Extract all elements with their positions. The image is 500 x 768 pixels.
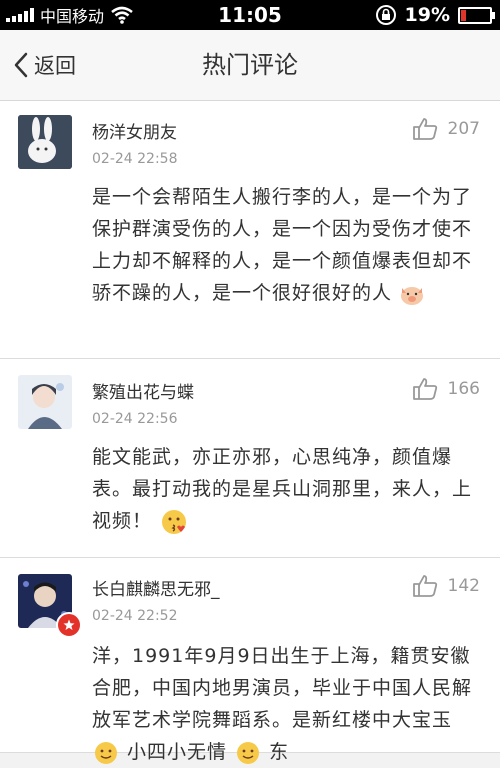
comment-item: 杨洋女朋友 02-24 22:58 207 是一个会帮陌生人搬行李的人，是一个为…: [0, 101, 500, 359]
verified-badge: [56, 612, 82, 638]
back-button[interactable]: 返回: [14, 30, 76, 100]
battery-percent: 19%: [404, 4, 450, 26]
nav-bar: 返回 热门评论: [0, 30, 500, 101]
username[interactable]: 杨洋女朋友: [92, 118, 177, 143]
username[interactable]: 长白麒麟思无邪_: [92, 575, 220, 600]
like-button[interactable]: 142: [412, 574, 480, 598]
battery-icon: [458, 6, 495, 24]
battery-fill: [461, 9, 466, 21]
smile-face-emoji: [95, 741, 117, 764]
comment-time: 02-24 22:56: [92, 411, 178, 427]
status-right: 19%: [375, 0, 495, 30]
like-count: 207: [447, 119, 480, 139]
star-icon: [63, 619, 75, 630]
back-label: 返回: [34, 54, 76, 78]
avatar[interactable]: [18, 115, 72, 169]
status-bar: 中国移动 11:05 19%: [0, 0, 500, 30]
comment-text: 洋，1991年9月9日出生于上海，籍贯安徽合肥，中国内地男演员，毕业于中国人民解…: [92, 640, 472, 768]
comment-list: 杨洋女朋友 02-24 22:58 207 是一个会帮陌生人搬行李的人，是一个为…: [0, 101, 500, 764]
comment-item: 长白麒麟思无邪_ 02-24 22:52 142 洋，1991年9月9日出生于上…: [0, 558, 500, 764]
comment-text: 是一个会帮陌生人搬行李的人，是一个为了保护群演受伤的人，是一个因为受伤才使不上力…: [92, 181, 472, 309]
like-count: 142: [447, 576, 480, 596]
comment-body-end: 东: [269, 741, 290, 763]
chevron-left-icon: [14, 52, 28, 78]
comment-body-tail: 小四小无情: [127, 741, 228, 763]
comment-text: 能文能武，亦正亦邪，心思纯净，颜值爆表。最打动我的是星兵山洞那里，来人，上视频！: [92, 441, 472, 537]
thumbs-up-icon: [412, 118, 437, 140]
username[interactable]: 繁殖出花与蝶: [92, 378, 194, 403]
like-button[interactable]: 207: [412, 117, 480, 141]
like-count: 166: [447, 379, 480, 399]
thumbs-up-icon: [412, 378, 437, 400]
pig-face-emoji: [401, 286, 424, 305]
kiss-face-emoji: [162, 509, 187, 534]
comment-item: 繁殖出花与蝶 02-24 22:56 166 能文能武，亦正亦邪，心思纯净，颜值…: [0, 359, 500, 558]
avatar[interactable]: [18, 375, 72, 429]
like-button[interactable]: 166: [412, 377, 480, 401]
comment-time: 02-24 22:52: [92, 608, 178, 624]
comment-time: 02-24 22:58: [92, 151, 178, 167]
smile-face-emoji: [237, 741, 260, 764]
thumbs-up-icon: [412, 575, 437, 597]
comment-body: 能文能武，亦正亦邪，心思纯净，颜值爆表。最打动我的是星兵山洞那里，来人，上视频！: [92, 446, 473, 532]
orientation-lock-icon: [375, 5, 396, 25]
comment-body: 洋，1991年9月9日出生于上海，籍贯安徽合肥，中国内地男演员，毕业于中国人民解…: [92, 645, 473, 731]
